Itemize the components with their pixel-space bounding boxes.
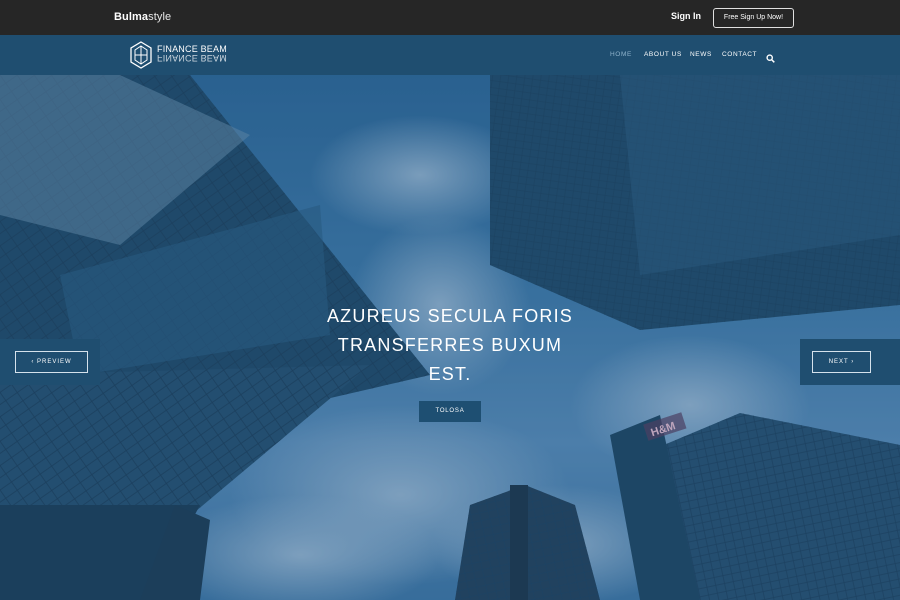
brand-logo[interactable]: Bulmastyle [114,11,171,23]
finance-beam-logo[interactable]: FINANCE BEAM FINANCE BEAM [130,40,230,70]
brand-bold: Bulma [114,11,149,23]
hexagon-logo-icon [130,41,152,69]
brand-light: style [148,11,172,23]
sign-in-link[interactable]: Sign In [671,11,701,21]
hero-title: AZUREUS SECULA FORIS TRANSFERRES BUXUM E… [326,306,574,384]
tolosa-button[interactable]: TOLOSA [419,401,481,422]
nav-item-home[interactable]: HOME [610,51,632,58]
search-icon[interactable] [766,50,775,68]
next-slide-button[interactable]: NEXT › [812,351,871,373]
prev-slide-button[interactable]: ‹ PREVIEW [15,351,88,373]
sign-up-button[interactable]: Free Sign Up Now! [713,8,794,28]
logo-text-reflection: FINANCE BEAM [157,53,227,63]
nav-item-about-us[interactable]: ABOUT US [644,51,682,58]
nav-item-contact[interactable]: CONTACT [722,51,757,58]
nav-item-news[interactable]: NEWS [690,51,712,58]
